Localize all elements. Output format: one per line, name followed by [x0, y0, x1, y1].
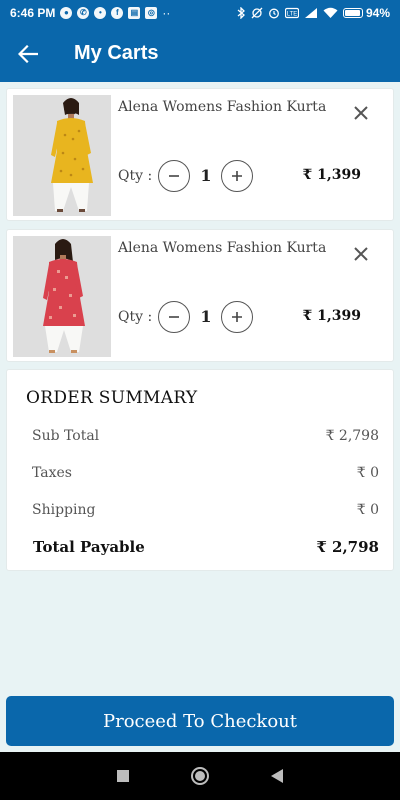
decrease-quantity-button[interactable]: [158, 160, 190, 192]
total-value: ₹ 2,798: [316, 538, 379, 556]
whatsapp-icon: ✆: [77, 6, 90, 19]
battery-fill: [344, 9, 360, 16]
summary-value: ₹ 0: [356, 465, 379, 481]
increase-quantity-button[interactable]: [221, 301, 253, 333]
status-left: 6:46 PM ● ✆ • f ▤ ◎ ··: [10, 6, 170, 20]
close-icon: [354, 106, 368, 120]
facebook-icon: f: [111, 6, 124, 19]
status-right: LTE 94%: [237, 6, 390, 20]
nav-back-button[interactable]: [257, 756, 297, 796]
summary-row-subtotal: Sub Total ₹ 2,798: [32, 428, 379, 444]
arrow-left-icon: [18, 44, 38, 63]
plus-icon: [232, 171, 242, 181]
summary-label: Shipping: [32, 502, 96, 518]
summary-row-total: Total Payable ₹ 2,798: [33, 538, 379, 556]
back-button[interactable]: [0, 25, 56, 82]
qty-label: Qty :: [118, 168, 153, 184]
message-icon: ●: [60, 6, 73, 19]
summary-value: ₹ 0: [356, 502, 379, 518]
item-price: ₹ 1,399: [302, 308, 361, 324]
total-label: Total Payable: [33, 538, 145, 556]
user-icon: •: [94, 6, 107, 19]
increase-quantity-button[interactable]: [221, 160, 253, 192]
decrease-quantity-button[interactable]: [158, 301, 190, 333]
volte-icon: LTE: [284, 7, 299, 18]
minus-icon: [169, 175, 179, 177]
svg-text:LTE: LTE: [287, 11, 298, 17]
cart-item: Alena Womens Fashion Kurta Qty : 1 ₹ 1,3…: [6, 88, 394, 221]
page-title: My Carts: [74, 42, 159, 64]
battery-percent: 94%: [365, 5, 390, 20]
item-price: ₹ 1,399: [302, 167, 361, 183]
news-icon: ▤: [128, 6, 141, 19]
alarm-icon: [269, 8, 279, 18]
signal-icon: [304, 7, 317, 18]
summary-title: ORDER SUMMARY: [26, 388, 198, 408]
recents-icon: [117, 770, 130, 782]
product-name[interactable]: Alena Womens Fashion Kurta: [118, 240, 326, 256]
bluetooth-icon: [237, 6, 245, 19]
remove-item-button[interactable]: [349, 242, 373, 266]
battery-icon: [342, 7, 363, 18]
home-button[interactable]: [180, 756, 220, 796]
home-icon: [190, 767, 209, 785]
system-nav-bar: [0, 752, 400, 800]
instagram-icon: ◎: [145, 6, 158, 19]
quantity-value: 1: [200, 166, 212, 185]
quantity-value: 1: [200, 307, 212, 326]
proceed-to-checkout-button[interactable]: Proceed To Checkout: [6, 696, 394, 746]
product-image[interactable]: [13, 95, 111, 216]
app-bar: My Carts: [0, 25, 400, 82]
more-dots-icon: ··: [162, 5, 171, 20]
summary-label: Sub Total: [32, 428, 100, 444]
status-bar: 6:46 PM ● ✆ • f ▤ ◎ ·· LTE 94%: [0, 0, 400, 25]
cart-item: Alena Womens Fashion Kurta Qty : 1 ₹ 1,3…: [6, 229, 394, 362]
mute-icon: [251, 7, 263, 18]
summary-row-shipping: Shipping ₹ 0: [32, 502, 379, 518]
recents-button[interactable]: [103, 756, 143, 796]
remove-item-button[interactable]: [349, 101, 373, 125]
product-image[interactable]: [13, 236, 111, 357]
order-summary: ORDER SUMMARY Sub Total ₹ 2,798 Taxes ₹ …: [6, 369, 394, 571]
wifi-icon: [323, 7, 338, 18]
close-icon: [354, 247, 368, 261]
product-name[interactable]: Alena Womens Fashion Kurta: [118, 99, 326, 115]
battery-indicator: 94%: [342, 5, 390, 20]
qty-label: Qty :: [118, 309, 153, 325]
back-triangle-icon: [270, 769, 283, 783]
summary-value: ₹ 2,798: [325, 428, 379, 444]
plus-icon: [232, 312, 242, 322]
status-time: 6:46 PM: [10, 5, 56, 20]
minus-icon: [169, 316, 179, 318]
summary-label: Taxes: [32, 465, 72, 481]
summary-row-taxes: Taxes ₹ 0: [32, 465, 379, 481]
